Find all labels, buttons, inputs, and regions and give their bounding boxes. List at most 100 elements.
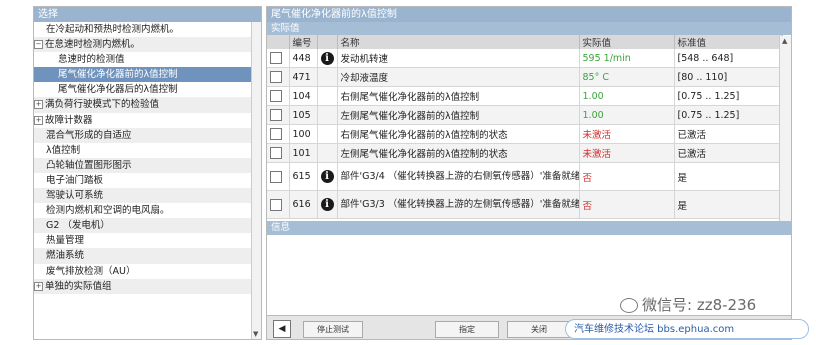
sidebar-item-label: 燃油系统 [46, 250, 85, 262]
sidebar-item[interactable]: λ值控制 [34, 143, 261, 158]
info-icon[interactable]: i [320, 51, 334, 65]
sidebar-item[interactable]: 尾气催化净化器前的λ值控制 [34, 67, 261, 83]
row-number: 615 [289, 162, 318, 191]
row-checkbox-cell [267, 86, 290, 106]
sidebar-item[interactable]: 尾气催化净化器后的λ值控制 [34, 82, 261, 97]
sidebar-item[interactable]: 热量管理 [34, 233, 261, 248]
watermark-badge: 汽车维修技术论坛 bbs.ephua.com [565, 319, 809, 339]
row-standard-value: 是 [674, 190, 783, 219]
table-row[interactable]: 448 i 发动机转速 595 1/min [548 .. 648] [267, 49, 783, 68]
row-actual-value: 1.00 [579, 105, 675, 125]
column-header-name[interactable]: 名称 [337, 35, 580, 49]
column-header-actual[interactable]: 实际值 [579, 35, 675, 49]
sidebar-item[interactable]: + 单独的实际值组 [34, 278, 261, 294]
row-checkbox[interactable] [270, 71, 282, 83]
table-header-row: 编号 名称 实际值 标准值 [267, 35, 783, 49]
row-info-cell: i [317, 190, 338, 219]
column-header-info [317, 35, 338, 49]
sidebar-item[interactable]: 燃油系统 [34, 248, 261, 264]
column-header-number[interactable]: 编号 [289, 35, 318, 49]
sidebar-item-label: 废气排放检测（AU） [46, 265, 136, 277]
back-button[interactable]: ◀ [273, 320, 291, 338]
row-checkbox[interactable] [270, 109, 282, 121]
sidebar-item[interactable]: 怠速时的检测值 [34, 52, 261, 67]
table-row[interactable]: 616 i 部件'G3/3 （催化转换器上游的左侧氧传感器）'准备就绪。否是 [267, 190, 783, 219]
row-number: 104 [289, 86, 318, 106]
table-row[interactable]: 105 左侧尾气催化净化器前的λ值控制 1.00 [0.75 .. 1.25] [267, 105, 783, 125]
expand-icon[interactable]: + [34, 115, 43, 125]
row-actual-value: 595 1/min [579, 49, 675, 68]
sidebar-item-label: 尾气催化净化器后的λ值控制 [58, 84, 178, 96]
row-checkbox[interactable] [270, 90, 282, 102]
detail-panel-title: 尾气催化净化器前的λ值控制 [267, 7, 791, 22]
scroll-down-icon[interactable]: ▼ [253, 330, 258, 338]
sidebar-item[interactable]: 检测内燃机和空调的电风扇。 [34, 203, 261, 218]
row-checkbox-cell [267, 105, 290, 125]
wechat-icon [620, 298, 638, 313]
sidebar-item[interactable]: 凸轮轴位置图形图示 [34, 157, 261, 173]
sidebar-item-label: 凸轮轴位置图形图示 [46, 159, 132, 171]
table-row[interactable]: 471 冷却液温度 85° C [80 .. 110] [267, 67, 783, 87]
info-icon[interactable]: i [320, 170, 334, 183]
row-checkbox-cell [267, 124, 290, 144]
actual-values-header: 实际值 [267, 22, 791, 35]
row-checkbox[interactable] [270, 147, 282, 159]
row-checkbox[interactable] [270, 198, 282, 211]
row-checkbox[interactable] [270, 52, 282, 64]
sidebar-item[interactable]: 驾驶认可系统 [34, 188, 261, 204]
sidebar-item-label: 驾驶认可系统 [46, 190, 104, 202]
row-info-cell [317, 105, 338, 125]
watermark-label: 微信号: zz8-236 [642, 296, 757, 314]
info-icon[interactable]: i [320, 198, 334, 211]
sidebar-item[interactable]: 混合气形成的自适应 [34, 127, 261, 143]
column-header-standard[interactable]: 标准值 [674, 35, 783, 49]
row-actual-value: 否 [579, 190, 675, 219]
sidebar-item[interactable]: 在冷起动和预热时检测内燃机。 [34, 22, 261, 37]
sidebar-item[interactable]: 废气排放检测（AU） [34, 264, 261, 279]
table-row[interactable]: 615 i 部件'G3/4 （催化转换器上游的右侧氧传感器）'准备就绪。否是 [267, 162, 783, 191]
sidebar-item[interactable]: − 在怠速时检测内燃机。 [34, 37, 261, 53]
table-row[interactable]: 101 左侧尾气催化净化器前的λ值控制的状态 未激活 已激活 [267, 143, 783, 163]
row-number: 105 [289, 105, 318, 125]
selection-panel-title: 选择 [34, 7, 261, 22]
stop-test-button[interactable]: 停止测试 [303, 321, 363, 338]
row-standard-value: [0.75 .. 1.25] [674, 86, 783, 106]
sidebar-item[interactable]: G2 （发电机） [34, 218, 261, 234]
row-number: 101 [289, 143, 318, 163]
sidebar-item[interactable]: + 故障计数器 [34, 113, 261, 128]
row-standard-value: [548 .. 648] [674, 49, 783, 68]
row-number: 448 [289, 49, 318, 68]
selection-panel: 选择 在冷起动和预热时检测内燃机。 − 在怠速时检测内燃机。 怠速时的检测值 尾气催化净… [33, 6, 262, 340]
row-standard-value: [0.75 .. 1.25] [674, 105, 783, 125]
row-name: 发动机转速 [337, 49, 580, 68]
sidebar-item[interactable]: + 满负荷行驶模式下的检验值 [34, 97, 261, 113]
row-standard-value: 是 [674, 162, 783, 191]
row-info-cell: i [317, 49, 338, 68]
table-row[interactable]: 104 右侧尾气催化净化器前的λ值控制 1.00 [0.75 .. 1.25] [267, 86, 783, 106]
sidebar-item-label: 在怠速时检测内燃机。 [45, 39, 141, 51]
assign-button[interactable]: 指定 [435, 321, 499, 338]
expand-icon[interactable]: + [34, 281, 43, 291]
sidebar-scrollbar[interactable]: ▼ [251, 22, 261, 339]
row-actual-value: 未激活 [579, 143, 675, 163]
sidebar-item-label: 在冷起动和预热时检测内燃机。 [46, 24, 180, 35]
table-scrollbar[interactable]: ▲ [779, 36, 791, 234]
row-checkbox-cell [267, 143, 290, 163]
info-header: 信息 [267, 221, 791, 235]
selection-tree: 在冷起动和预热时检测内燃机。 − 在怠速时检测内燃机。 怠速时的检测值 尾气催化净化器前… [34, 22, 261, 294]
row-info-cell [317, 124, 338, 144]
sidebar-item[interactable]: 电子油门踏板 [34, 173, 261, 188]
expand-icon[interactable]: + [34, 100, 43, 110]
row-standard-value: 已激活 [674, 124, 783, 144]
row-name: 冷却液温度 [337, 67, 580, 87]
row-checkbox[interactable] [270, 128, 282, 140]
close-button[interactable]: 关闭 [507, 321, 571, 338]
row-checkbox[interactable] [270, 170, 282, 183]
collapse-icon[interactable]: − [34, 40, 43, 50]
sidebar-item-label: 单独的实际值组 [45, 280, 112, 292]
row-checkbox-cell [267, 190, 290, 219]
row-actual-value: 85° C [579, 67, 675, 87]
table-row[interactable]: 100 右侧尾气催化净化器前的λ值控制的状态 未激活 已激活 [267, 124, 783, 144]
row-checkbox-cell [267, 162, 290, 191]
scroll-up-icon[interactable]: ▲ [782, 37, 787, 45]
